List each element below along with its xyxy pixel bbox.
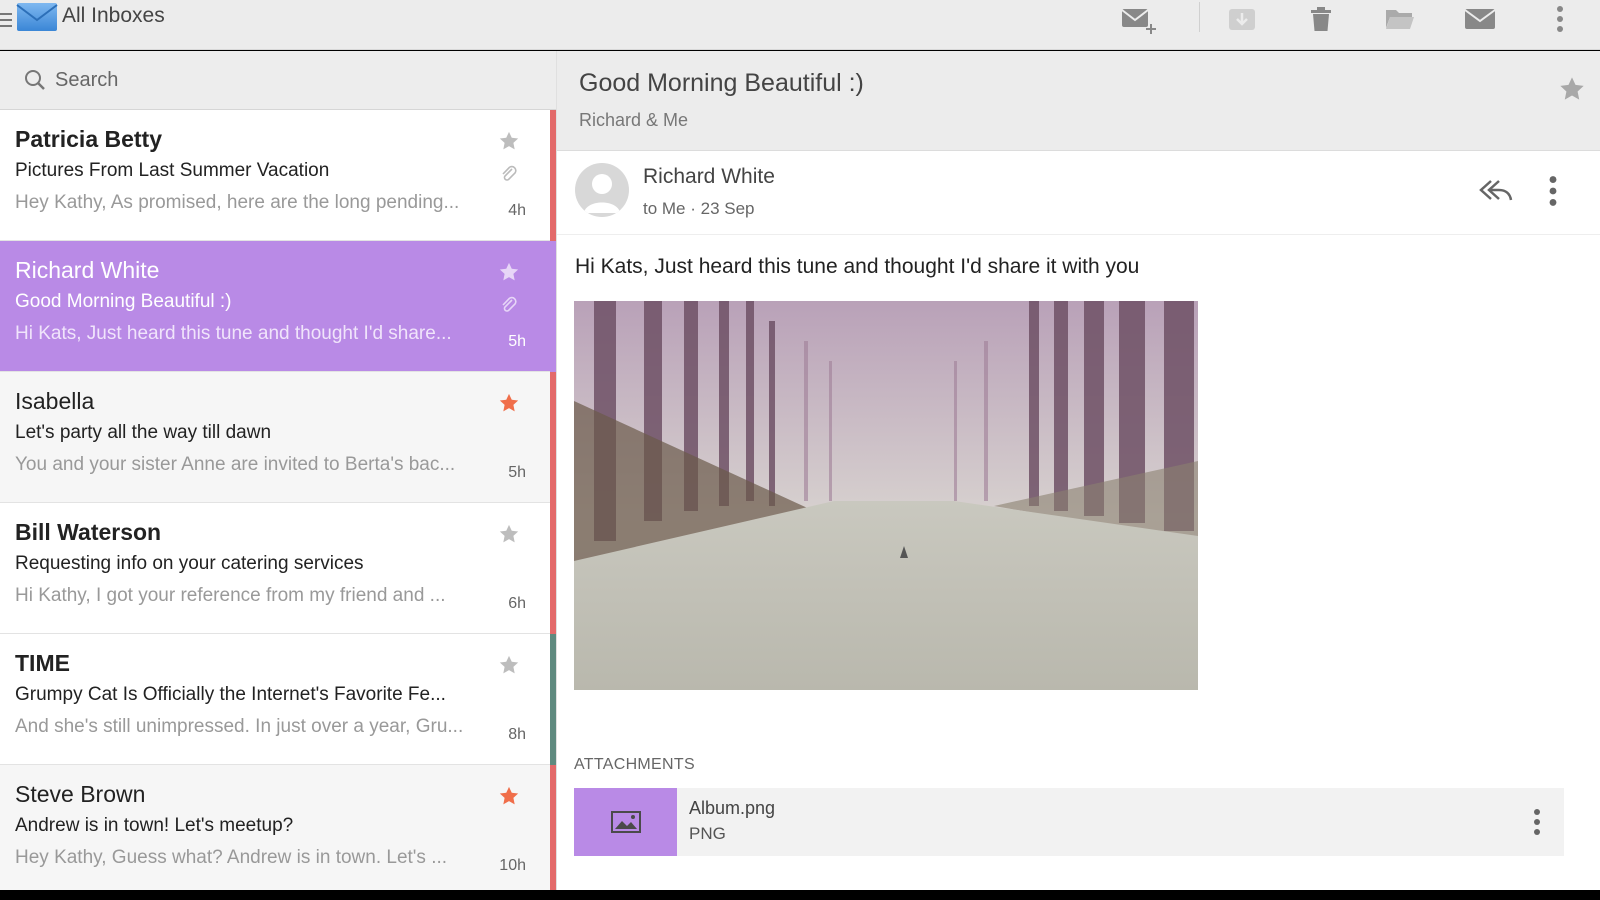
message-preview: You and your sister Anne are invited to …	[15, 454, 456, 475]
paperclip-icon	[502, 165, 517, 181]
conversation-subject: Good Morning Beautiful :)	[579, 69, 864, 97]
search-icon	[25, 70, 45, 90]
message-sender: Bill Waterson	[15, 519, 162, 545]
image-file-icon	[574, 788, 677, 856]
reader-pane: Good Morning Beautiful :) Richard & Me R…	[556, 51, 1600, 890]
star-icon[interactable]	[498, 785, 520, 807]
message-time: 4h	[508, 202, 526, 219]
attachment-overflow-icon[interactable]	[1532, 808, 1542, 836]
conversation-header: Good Morning Beautiful :) Richard & Me	[557, 51, 1600, 151]
search-input[interactable]: Search	[55, 69, 118, 92]
message-time: 6h	[508, 595, 526, 612]
avatar	[575, 163, 629, 217]
message-preview: Hi Kathy, I got your reference from my f…	[15, 585, 446, 606]
embedded-photo[interactable]	[574, 301, 1198, 690]
message-subject: Good Morning Beautiful :)	[15, 291, 232, 312]
toolbar-divider	[1199, 2, 1200, 32]
message-overflow-icon[interactable]	[1547, 175, 1559, 207]
list-item[interactable]: Bill Waterson Requesting info on your cat…	[0, 503, 556, 634]
message-sender: TIME	[15, 650, 70, 676]
attachments-heading: ATTACHMENTS	[574, 756, 695, 773]
compose-mail-icon[interactable]	[1118, 2, 1158, 36]
message-subject: Grumpy Cat Is Officially the Internet's …	[15, 684, 446, 705]
message-time: 5h	[508, 333, 526, 350]
reply-all-icon[interactable]	[1477, 175, 1513, 205]
message-time: 5h	[508, 464, 526, 481]
overflow-menu-icon[interactable]	[1540, 2, 1580, 36]
star-icon[interactable]	[498, 523, 520, 545]
star-icon[interactable]	[1558, 75, 1586, 103]
message-preview: Hi Kats, Just heard this tune and though…	[15, 323, 452, 344]
folder-icon[interactable]	[1380, 2, 1420, 36]
app-title[interactable]: All Inboxes	[62, 4, 165, 28]
attachment-name: Album.png	[689, 798, 776, 818]
attachment-card[interactable]: Album.png PNG	[574, 788, 1564, 856]
message-header[interactable]: Richard White to Me · 23 Sep	[557, 151, 1600, 235]
message-time: 10h	[499, 857, 526, 874]
message-subject: Pictures From Last Summer Vacation	[15, 160, 330, 181]
search-bar[interactable]: Search	[0, 51, 556, 110]
list-item[interactable]: Steve Brown Andrew is in town! Let's meet…	[0, 765, 556, 890]
system-bar	[0, 890, 1600, 900]
list-item[interactable]: TIME Grumpy Cat Is Officially the Interne…	[0, 634, 556, 765]
message-subject: Let's party all the way till dawn	[15, 422, 272, 443]
list-item[interactable]: Richard White Good Morning Beautiful :) Hi…	[0, 241, 556, 372]
message-sender: Steve Brown	[15, 781, 146, 807]
message-meta: to Me · 23 Sep	[643, 199, 755, 218]
message-subject: Requesting info on your catering service…	[15, 553, 364, 574]
message-list-pane: Search Patricia Betty Pictures From Last …	[0, 51, 556, 890]
message-body: Hi Kats, Just heard this tune and though…	[575, 255, 1140, 278]
mail-logo-icon	[16, 3, 58, 31]
attachment-type: PNG	[689, 824, 726, 843]
trash-icon[interactable]	[1301, 2, 1341, 36]
conversation-participants: Richard & Me	[579, 110, 689, 130]
message-sender: Isabella	[15, 388, 95, 414]
message-preview: And she's still unimpressed. In just ove…	[15, 716, 464, 737]
message-sender: Richard White	[643, 165, 775, 188]
message-sender: Patricia Betty	[15, 126, 163, 152]
star-icon[interactable]	[498, 130, 520, 152]
star-icon[interactable]	[498, 261, 520, 283]
message-preview: Hey Kathy, As promised, here are the lon…	[15, 192, 460, 213]
list-item[interactable]: Isabella Let's party all the way till daw…	[0, 372, 556, 503]
message-sender: Richard White	[15, 257, 160, 283]
message-preview: Hey Kathy, Guess what? Andrew is in town…	[15, 847, 448, 868]
message-subject: Andrew is in town! Let's meetup?	[15, 815, 294, 836]
message-time: 8h	[508, 726, 526, 743]
list-item[interactable]: Patricia Betty Pictures From Last Summer …	[0, 110, 556, 241]
message-list: Patricia Betty Pictures From Last Summer …	[0, 110, 556, 890]
star-icon[interactable]	[498, 654, 520, 676]
hamburger-menu-icon[interactable]	[0, 9, 12, 27]
archive-icon[interactable]	[1222, 2, 1262, 36]
top-bar: All Inboxes	[0, 0, 1600, 50]
paperclip-icon	[502, 296, 517, 312]
mail-icon[interactable]	[1460, 2, 1500, 36]
star-icon[interactable]	[498, 392, 520, 414]
